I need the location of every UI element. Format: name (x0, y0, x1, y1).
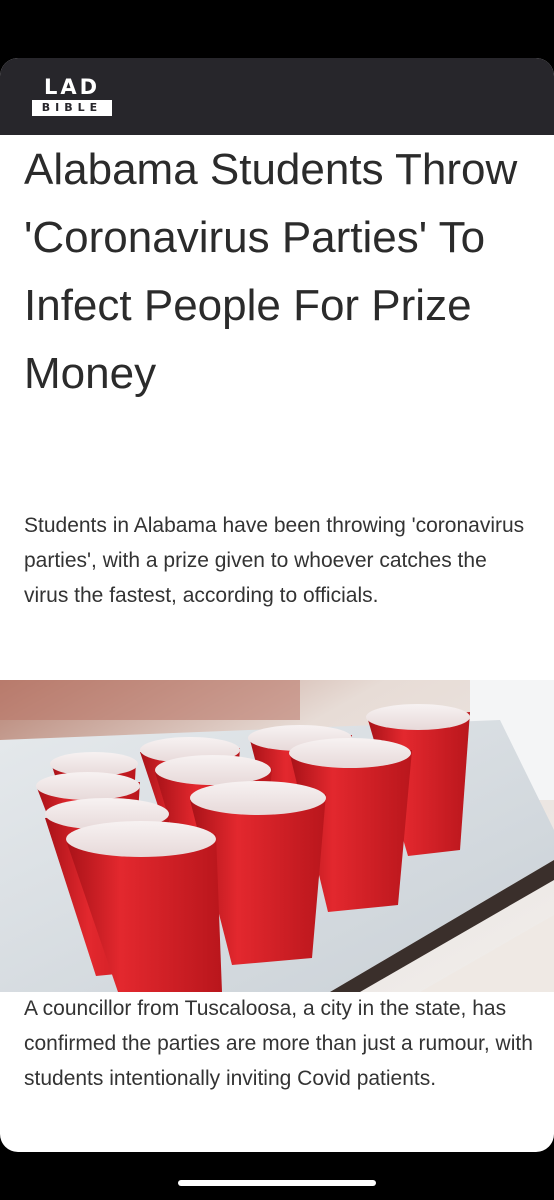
home-indicator[interactable] (178, 1180, 376, 1186)
article-image[interactable] (0, 680, 554, 992)
article-page[interactable]: LAD BIBLE Alabama Students Throw 'Corona… (0, 58, 554, 1152)
article-headline: Alabama Students Throw 'Coronavirus Part… (24, 145, 518, 398)
article-standfirst: Students in Alabama have been throwing '… (24, 514, 525, 607)
logo-wordmark-top: LAD (43, 75, 101, 99)
phone-screen: LAD BIBLE Alabama Students Throw 'Corona… (0, 0, 554, 1200)
red-cups-photo (0, 680, 554, 992)
site-header: LAD BIBLE (0, 58, 554, 135)
article-body-paragraph: A councillor from Tuscaloosa, a city in … (24, 997, 533, 1090)
logo-wordmark-bottom: BIBLE (32, 100, 112, 116)
ladbible-logo[interactable]: LAD BIBLE (28, 76, 116, 118)
